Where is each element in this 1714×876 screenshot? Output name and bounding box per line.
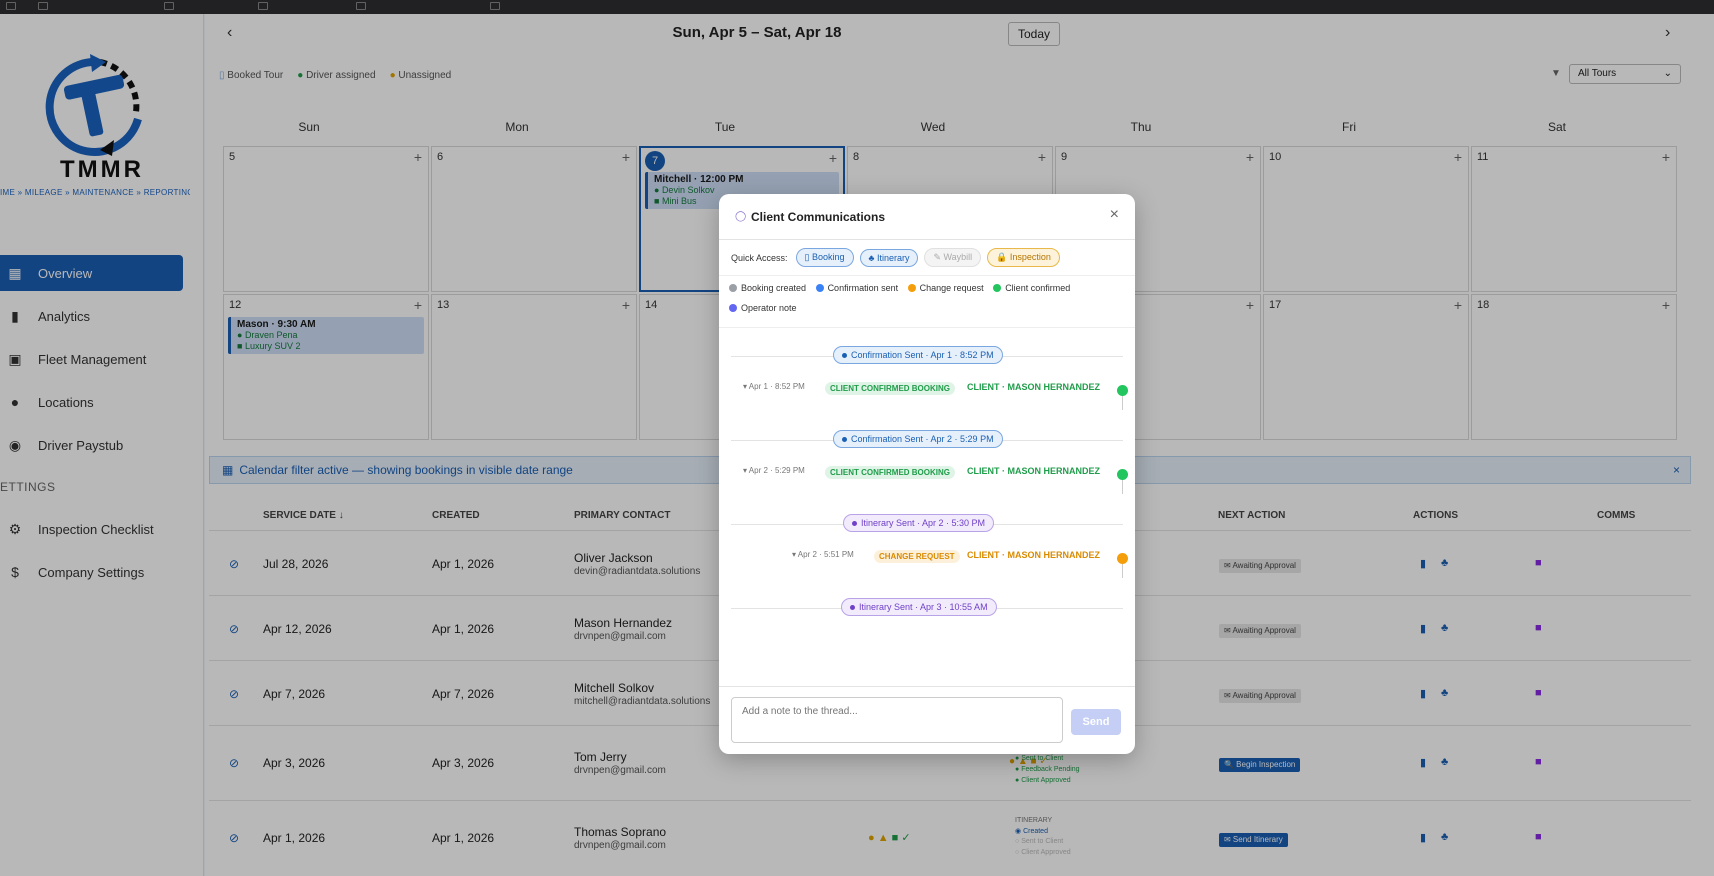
close-modal-button[interactable]: × <box>1110 206 1119 224</box>
thread-line <box>1122 480 1123 494</box>
event-dot <box>850 605 855 611</box>
event-dot <box>852 521 857 527</box>
system-event-pill: Confirmation Sent · Apr 2 · 5:29 PM <box>833 430 1003 448</box>
message-time[interactable]: ▾ Apr 1 · 8:52 PM <box>743 382 805 391</box>
message-author: CLIENT · MASON HERNANDEZ <box>967 466 1100 476</box>
system-event-pill: Itinerary Sent · Apr 3 · 10:55 AM <box>841 598 997 616</box>
quick-access-waybill: ✎ Waybill <box>924 248 982 267</box>
legend-label: Change request <box>919 283 984 293</box>
message-time[interactable]: ▾ Apr 2 · 5:51 PM <box>792 550 854 559</box>
legend-item: Change request <box>907 283 984 293</box>
communication-thread[interactable]: Confirmation Sent · Apr 1 · 8:52 PM ▾ Ap… <box>719 328 1135 680</box>
chip-label: Itinerary <box>876 252 910 263</box>
legend-dot <box>993 284 1002 292</box>
legend-label: Operator note <box>741 303 797 313</box>
legend-label: Confirmation sent <box>827 283 899 293</box>
status-dot <box>1117 469 1128 480</box>
legend-item: Booking created <box>729 283 806 293</box>
modal-header: ◯ Client Communications × <box>719 194 1135 240</box>
system-event-text: Confirmation Sent · Apr 2 · 5:29 PM <box>851 434 994 444</box>
modal-footer: Send <box>719 686 1135 754</box>
quick-access-itinerary[interactable]: ♣ Itinerary <box>859 248 919 267</box>
legend-dot <box>729 284 737 292</box>
message-tag: CLIENT CONFIRMED BOOKING <box>825 466 955 479</box>
legend-label: Client confirmed <box>1005 283 1071 293</box>
event-legend: Booking created Confirmation sent Change… <box>719 276 1135 328</box>
legend-dot <box>815 284 824 292</box>
event-dot <box>842 437 847 443</box>
quick-access-inspection[interactable]: 🔒 Inspection <box>987 248 1060 267</box>
status-dot <box>1117 553 1128 564</box>
legend-dot <box>907 284 916 292</box>
chip-label: Inspection <box>1009 252 1051 262</box>
legend-item: Operator note <box>729 303 797 313</box>
status-dot <box>1117 385 1128 396</box>
thread-line <box>1122 396 1123 410</box>
quick-access-booking[interactable]: ▯ Booking <box>795 248 854 267</box>
legend-label: Booking created <box>741 283 807 293</box>
system-event-pill: Itinerary Sent · Apr 2 · 5:30 PM <box>843 514 995 532</box>
message-tag: CHANGE REQUEST <box>874 550 960 563</box>
chat-bubble-icon: ◯ <box>735 211 747 222</box>
modal-title: Client Communications <box>751 210 886 224</box>
note-input[interactable] <box>731 697 1063 743</box>
waybill-icon: ✎ <box>933 252 944 262</box>
message-author: CLIENT · MASON HERNANDEZ <box>967 382 1100 392</box>
system-event-pill: Confirmation Sent · Apr 1 · 8:52 PM <box>833 346 1003 364</box>
legend-item: Client confirmed <box>993 283 1070 293</box>
lock-icon: 🔒 <box>996 252 1010 262</box>
chip-label: Waybill <box>943 252 973 262</box>
system-event-text: Confirmation Sent · Apr 1 · 8:52 PM <box>851 350 994 360</box>
thread-line <box>1122 564 1123 578</box>
document-icon: ▯ <box>804 252 812 262</box>
message-author: CLIENT · MASON HERNANDEZ <box>967 550 1100 560</box>
event-dot <box>842 353 847 359</box>
itinerary-icon: ♣ <box>868 252 877 263</box>
legend-dot <box>729 304 737 312</box>
system-event-text: Itinerary Sent · Apr 2 · 5:30 PM <box>861 518 986 528</box>
chip-label: Booking <box>811 252 845 262</box>
message-time[interactable]: ▾ Apr 2 · 5:29 PM <box>743 466 805 475</box>
legend-item: Confirmation sent <box>815 283 899 293</box>
message-tag: CLIENT CONFIRMED BOOKING <box>825 382 955 395</box>
quick-access-bar: Quick Access: ▯ Booking ♣ Itinerary ✎ Wa… <box>719 240 1135 276</box>
system-event-text: Itinerary Sent · Apr 3 · 10:55 AM <box>859 602 988 612</box>
client-communications-modal: ◯ Client Communications × Quick Access: … <box>719 194 1135 754</box>
quick-access-label: Quick Access: <box>731 252 788 263</box>
send-button[interactable]: Send <box>1071 709 1121 735</box>
